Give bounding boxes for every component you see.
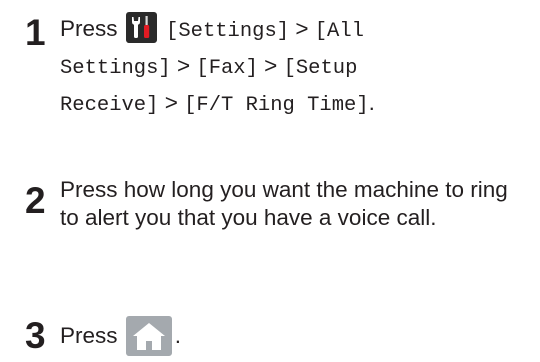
- menu-path-fax: [Fax]: [196, 57, 258, 80]
- settings-tools-icon: [125, 12, 157, 43]
- step-number: 1: [25, 12, 46, 53]
- home-icon: [125, 316, 172, 356]
- path-separator: >: [164, 90, 178, 115]
- step-number: 3: [25, 315, 46, 356]
- press-label: Press: [60, 16, 118, 41]
- step-end-period: .: [174, 323, 182, 348]
- menu-path-all-settings-part1: [All: [314, 20, 364, 43]
- menu-path-setup-receive-part1: [Setup: [283, 57, 358, 80]
- path-separator: >: [295, 16, 309, 41]
- step-text: Press how long you want the machine to r…: [60, 177, 508, 230]
- step-end-period: .: [368, 90, 375, 115]
- menu-path-all-settings-part2: Settings]: [60, 57, 171, 80]
- press-label: Press: [60, 323, 118, 348]
- path-separator: >: [264, 53, 278, 78]
- menu-path-ft-ring-time: [F/T Ring Time]: [184, 94, 369, 117]
- menu-path-settings: [Settings]: [166, 20, 290, 43]
- path-separator: >: [176, 53, 191, 78]
- menu-path-setup-receive-part2: Receive]: [60, 94, 159, 117]
- step-number: 2: [25, 180, 46, 221]
- step-text: Press .: [60, 316, 534, 356]
- step-text: Press [Settings] > [All Settings] > [Fax…: [60, 12, 534, 121]
